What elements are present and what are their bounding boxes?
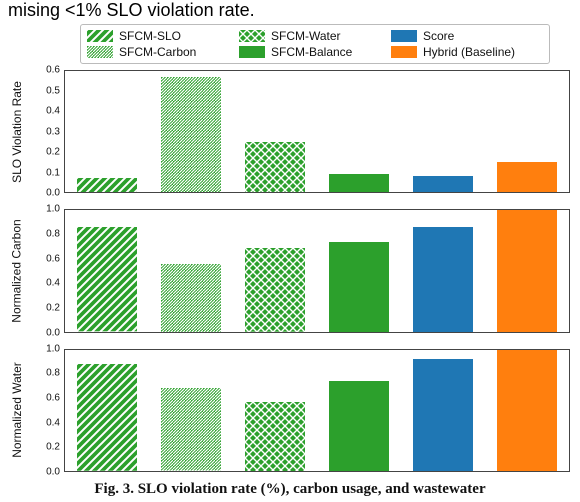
legend-item-sfcm_water: SFCM-Water	[239, 29, 391, 43]
y-tick: 0.2	[46, 442, 60, 453]
legend-swatch-sfcm_water	[239, 30, 265, 42]
figure-caption: Fig. 3. SLO violation rate (%), carbon u…	[0, 481, 580, 498]
legend-label-score: Score	[423, 29, 454, 43]
bar-hybrid	[497, 210, 557, 331]
bar-sfcm_balance	[329, 242, 389, 332]
plot-area	[64, 70, 570, 193]
chart-panels: SLO Violation Rate 0.0 0.1 0.2 0.3 0.4 0.5 0.6 N…	[0, 70, 570, 472]
y-tick: 1.0	[46, 343, 60, 354]
y-axis-label: Normalized Carbon	[10, 219, 24, 322]
bar-sfcm_balance	[329, 381, 389, 471]
legend-swatch-sfcm_carbon	[87, 46, 113, 58]
legend-label-sfcm_slo: SFCM-SLO	[119, 29, 181, 43]
y-axis-label: SLO Violation Rate	[10, 81, 24, 183]
legend-item-sfcm_slo: SFCM-SLO	[87, 29, 239, 43]
y-tick: 0.8	[46, 229, 60, 240]
chart-legend: SFCM-SLO SFCM-Carbon SFCM-Water SFCM-Balan…	[80, 24, 550, 64]
legend-swatch-sfcm_balance	[239, 46, 265, 58]
bar-score	[413, 227, 473, 331]
bar-sfcm_slo	[77, 227, 137, 331]
y-tick: 0.4	[46, 106, 60, 117]
legend-item-sfcm_carbon: SFCM-Carbon	[87, 45, 239, 59]
bar-hybrid	[497, 162, 557, 192]
y-tick: 1.0	[46, 204, 60, 215]
bar-sfcm_water	[245, 142, 305, 193]
legend-item-sfcm_balance: SFCM-Balance	[239, 45, 391, 59]
bar-sfcm_slo	[77, 364, 137, 471]
y-axis-label: Normalized Water	[10, 363, 24, 459]
bar-sfcm_water	[245, 248, 305, 332]
bar-score	[413, 176, 473, 192]
y-tick: 0.6	[46, 65, 60, 76]
y-tick: 0.3	[46, 126, 60, 137]
chart-panel: Normalized Carbon0.00.20.40.60.81.0	[0, 209, 570, 332]
y-tick: 0.0	[46, 188, 60, 199]
legend-item-hybrid: Hybrid (Baseline)	[391, 45, 543, 59]
legend-label-sfcm_carbon: SFCM-Carbon	[119, 45, 196, 59]
bar-sfcm_balance	[329, 174, 389, 192]
bar-sfcm_slo	[77, 178, 137, 192]
bar-hybrid	[497, 350, 557, 471]
legend-swatch-score	[391, 30, 417, 42]
y-tick: 0.4	[46, 417, 60, 428]
y-tick: 0.0	[46, 466, 60, 477]
bar-score	[413, 359, 473, 471]
y-tick: 0.0	[46, 327, 60, 338]
legend-label-hybrid: Hybrid (Baseline)	[423, 45, 515, 59]
y-tick: 0.6	[46, 253, 60, 264]
chart-panel: SLO Violation Rate0.00.10.20.30.40.50.6	[0, 70, 570, 193]
plot-area	[64, 349, 570, 472]
bar-sfcm_carbon	[161, 264, 221, 332]
y-tick: 0.6	[46, 393, 60, 404]
bar-sfcm_water	[245, 402, 305, 471]
y-tick: 0.2	[46, 147, 60, 158]
legend-label-sfcm_balance: SFCM-Balance	[271, 45, 352, 59]
y-tick: 0.4	[46, 278, 60, 289]
legend-swatch-sfcm_slo	[87, 30, 113, 42]
y-tick: 0.2	[46, 303, 60, 314]
y-tick: 0.8	[46, 368, 60, 379]
plot-area	[64, 209, 570, 332]
bar-sfcm_carbon	[161, 77, 221, 192]
legend-item-score: Score	[391, 29, 543, 43]
bar-sfcm_carbon	[161, 388, 221, 471]
cropped-text-above: mising <1% SLO violation rate.	[8, 0, 255, 21]
legend-label-sfcm_water: SFCM-Water	[271, 29, 341, 43]
y-tick: 0.5	[46, 85, 60, 96]
legend-swatch-hybrid	[391, 46, 417, 58]
y-tick: 0.1	[46, 167, 60, 178]
chart-panel: Normalized Water0.00.20.40.60.81.0	[0, 349, 570, 472]
